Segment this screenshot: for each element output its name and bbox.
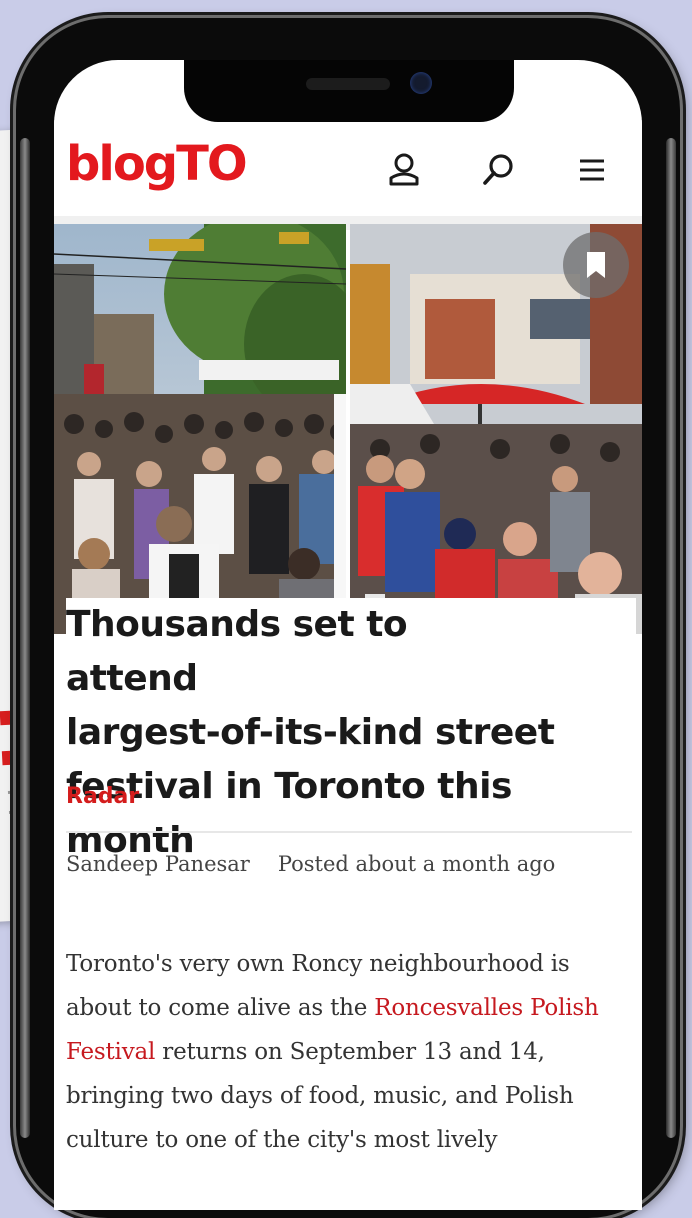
bookmark-icon	[587, 252, 605, 278]
category-link[interactable]: Radar	[66, 784, 139, 809]
speaker-grille	[306, 78, 390, 90]
camera-icon	[410, 72, 432, 94]
phone-screen: blogTO Thousands set to attend largest-o…	[54, 60, 642, 1210]
festival-crowd-photo-left	[54, 224, 346, 634]
search-icon[interactable]	[476, 148, 520, 192]
posted-time: Posted about a month ago	[277, 852, 556, 876]
divider	[66, 831, 632, 833]
author-link[interactable]: Sandeep Panesar	[66, 852, 250, 876]
article-body: Toronto's very own Roncy neighbourhood i…	[66, 942, 636, 1162]
hero-image[interactable]	[54, 224, 642, 634]
site-header: blogTO	[54, 120, 642, 230]
byline: Sandeep Panesar Posted about a month ago	[66, 852, 555, 876]
user-icon[interactable]	[382, 148, 426, 192]
menu-icon[interactable]	[570, 148, 614, 192]
article-headline[interactable]: Thousands set to attend largest-of-its-k…	[66, 598, 636, 868]
phone-frame: blogTO Thousands set to attend largest-o…	[16, 18, 680, 1218]
site-logo[interactable]: blogTO	[66, 136, 248, 192]
headline-line-2: largest-of-its-kind street	[66, 706, 636, 760]
bookmark-button[interactable]	[563, 232, 629, 298]
phone-notch	[184, 60, 514, 122]
headline-line-1: Thousands set to attend	[66, 598, 536, 706]
